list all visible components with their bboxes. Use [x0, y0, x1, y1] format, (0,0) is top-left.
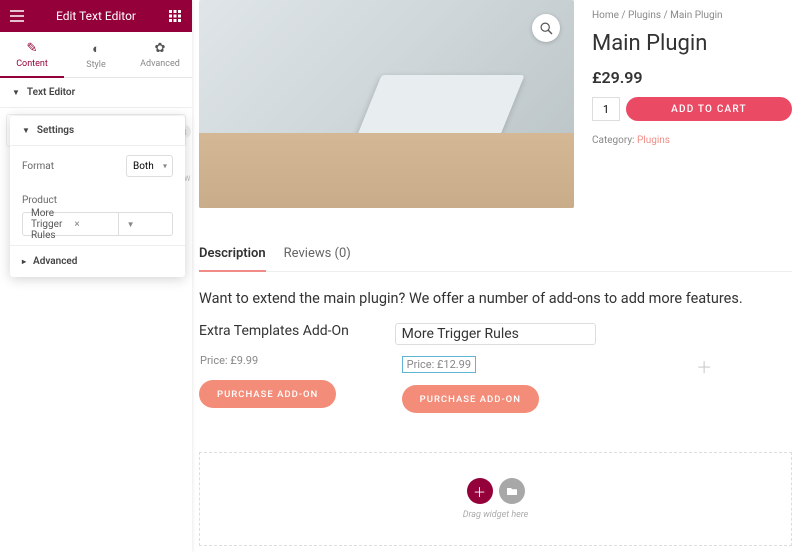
chevron-down-icon: ▼: [22, 126, 30, 135]
addon-price: Price: £9.99: [199, 353, 375, 368]
editor-tabs: ✎ Content ◐ Style ✿ Advanced: [0, 32, 192, 78]
product-tabs: Description Reviews (0): [199, 246, 792, 272]
addon-title: More Trigger Rules: [402, 326, 578, 342]
contrast-icon: ◐: [64, 41, 128, 57]
product-image: [199, 0, 574, 208]
description-panel: Want to extend the main plugin? We offer…: [199, 290, 792, 408]
gear-icon: ✿: [128, 41, 192, 56]
purchase-button[interactable]: PURCHASE ADD-ON: [199, 380, 336, 408]
addon-price-selected: Price: £12.99: [402, 356, 476, 373]
dropzone-text: Drag widget here: [463, 510, 529, 520]
cart-row: ADD TO CART: [592, 97, 792, 121]
dropzone-buttons: ＋: [467, 478, 525, 504]
clear-icon[interactable]: ×: [68, 219, 117, 230]
breadcrumb-home[interactable]: Home: [592, 10, 619, 21]
drop-zone[interactable]: ＋ Drag widget here: [199, 452, 792, 546]
add-addon-placeholder[interactable]: ＋: [616, 323, 792, 408]
zoom-icon[interactable]: [532, 14, 560, 42]
addon-title: Extra Templates Add-On: [199, 323, 375, 339]
product-title: Main Plugin: [592, 31, 792, 56]
product-row: Product More Trigger Rules × ▼: [10, 186, 185, 245]
purchase-button[interactable]: PURCHASE ADD-ON: [402, 385, 539, 413]
product-category: Category: Plugins: [592, 135, 792, 146]
advanced-label: Advanced: [33, 256, 77, 267]
add-to-cart-button[interactable]: ADD TO CART: [626, 97, 792, 121]
tab-advanced[interactable]: ✿ Advanced: [128, 32, 192, 77]
format-label: Format: [22, 161, 54, 172]
product-info: Home / Plugins / Main Plugin Main Plugin…: [592, 0, 792, 208]
menu-icon[interactable]: [9, 8, 25, 24]
addon-more-trigger-rules: More Trigger Rules Price: £12.99 PURCHAS…: [395, 323, 597, 345]
quantity-input[interactable]: [592, 97, 620, 121]
addons-row: Extra Templates Add-On Price: £9.99 PURC…: [199, 323, 792, 408]
chevron-down-icon[interactable]: ▼: [118, 213, 172, 235]
chevron-down-icon: ▼: [12, 88, 20, 97]
tab-advanced-label: Advanced: [140, 59, 180, 69]
tab-style-label: Style: [86, 60, 106, 70]
breadcrumb-plugins[interactable]: Plugins: [628, 10, 661, 21]
editor-title: Edit Text Editor: [56, 9, 136, 23]
format-row: Format Both: [10, 146, 185, 186]
apps-icon[interactable]: [167, 8, 183, 24]
template-button[interactable]: [499, 478, 525, 504]
pencil-icon: ✎: [0, 41, 64, 56]
tab-description[interactable]: Description: [199, 246, 266, 271]
settings-popover: ▼ Settings Format Both Product More Trig…: [10, 116, 185, 277]
tab-style[interactable]: ◐ Style: [64, 32, 128, 77]
editor-sidebar: Edit Text Editor ✎ Content ◐ Style ✿ Adv…: [0, 0, 192, 552]
chevron-right-icon: ▸: [22, 257, 26, 266]
tab-content-label: Content: [16, 59, 48, 69]
advanced-section[interactable]: ▸ Advanced: [10, 245, 185, 277]
section-text-editor[interactable]: ▼ Text Editor: [0, 78, 192, 108]
description-text: Want to extend the main plugin? We offer…: [199, 290, 792, 307]
section-label: Text Editor: [27, 87, 75, 98]
product-label: Product: [22, 195, 57, 206]
breadcrumb-current: Main Plugin: [670, 10, 722, 21]
tab-reviews[interactable]: Reviews (0): [284, 246, 351, 271]
product-select-value: More Trigger Rules: [23, 208, 68, 241]
add-widget-button[interactable]: ＋: [467, 478, 493, 504]
product-price: £29.99: [592, 68, 792, 87]
settings-title: Settings: [37, 125, 74, 136]
preview-canvas: Home / Plugins / Main Plugin Main Plugin…: [192, 0, 800, 552]
tab-content[interactable]: ✎ Content: [0, 32, 64, 77]
editor-header: Edit Text Editor: [0, 0, 192, 32]
format-select[interactable]: Both: [126, 155, 173, 177]
settings-header[interactable]: ▼ Settings: [10, 116, 185, 146]
product-page: Home / Plugins / Main Plugin Main Plugin…: [199, 0, 792, 208]
breadcrumb: Home / Plugins / Main Plugin: [592, 10, 792, 21]
addon-extra-templates: Extra Templates Add-On Price: £9.99 PURC…: [199, 323, 375, 408]
product-select[interactable]: More Trigger Rules × ▼: [22, 212, 173, 236]
category-link[interactable]: Plugins: [637, 135, 670, 146]
